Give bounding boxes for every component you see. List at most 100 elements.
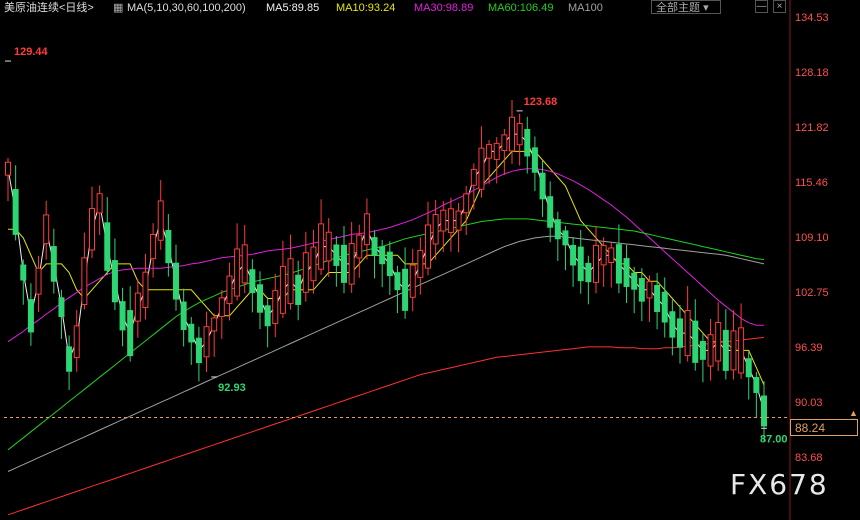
candle-down	[585, 262, 592, 283]
candle-down	[295, 274, 302, 305]
y-tick-label: 134.53	[795, 12, 829, 24]
candle-up	[310, 246, 317, 282]
ma10-line	[8, 150, 765, 386]
candle-down	[661, 291, 668, 323]
ma100-line	[7, 235, 765, 472]
candle-up	[203, 326, 210, 358]
candle-down	[394, 272, 401, 291]
annotation-high: 129.44	[14, 46, 49, 58]
candle-up	[707, 334, 714, 367]
candle-down	[12, 189, 19, 235]
candle-up	[440, 209, 447, 232]
candle-down	[761, 395, 767, 427]
ma5-line	[7, 133, 765, 412]
current-price-tag: 88.24	[790, 419, 858, 436]
candle-down	[173, 262, 179, 300]
candle-down	[623, 258, 630, 287]
candle-down	[165, 229, 172, 264]
candle-down	[562, 230, 569, 246]
annotation-low: 92.93	[218, 382, 246, 394]
candle-up	[432, 214, 439, 245]
candle-down	[111, 260, 118, 303]
candle-up	[417, 249, 424, 278]
candle-up	[211, 317, 218, 332]
candle-up	[363, 213, 370, 246]
candle-up	[730, 330, 737, 371]
candle-down	[745, 358, 752, 378]
candle-down	[615, 244, 622, 284]
ma5-value: MA5:89.85	[266, 2, 320, 14]
candle-down	[554, 219, 561, 240]
candle-down	[524, 129, 531, 157]
candle-up	[646, 281, 653, 299]
candle-up	[425, 224, 431, 269]
candle-up	[234, 248, 241, 297]
candle-down	[631, 272, 638, 290]
candle-up	[218, 297, 225, 317]
candle-up	[81, 257, 88, 305]
annotation-high: 123.68	[524, 96, 558, 108]
candle-down	[333, 244, 340, 266]
candle-down	[58, 297, 65, 317]
candle-down	[699, 340, 706, 360]
y-tick-label: 90.03	[795, 397, 823, 409]
y-tick-label: 121.82	[795, 122, 829, 134]
candle-up	[302, 252, 309, 293]
candle-up	[493, 142, 500, 160]
candle-up	[279, 265, 286, 314]
candle-down	[27, 299, 34, 333]
ma30-value: MA30:98.89	[414, 2, 474, 14]
candle-up	[325, 231, 332, 262]
candle-up	[142, 271, 149, 308]
theme-dropdown[interactable]: 全部主题 ▾	[651, 0, 721, 14]
chevron-down-icon: ▾	[703, 2, 709, 14]
candle-down	[677, 318, 683, 348]
candle-down	[577, 246, 584, 282]
ma-label[interactable]: MA(5,10,30,60,100,200)	[127, 0, 246, 16]
y-tick-label: 96.39	[795, 342, 823, 354]
candle-up	[447, 208, 454, 233]
watermark: FX678	[730, 468, 829, 501]
candle-up	[287, 258, 294, 305]
candle-up	[486, 144, 493, 159]
y-tick-label: 115.46	[795, 177, 828, 189]
candle-up	[318, 223, 325, 270]
candle-up	[608, 247, 615, 263]
candle-up	[463, 193, 470, 214]
candle-up	[470, 168, 477, 186]
candle-up	[455, 210, 462, 231]
candle-down	[20, 264, 27, 281]
candle-down	[50, 246, 57, 282]
candle-down	[638, 278, 645, 302]
candle-down	[264, 305, 271, 327]
candle-up	[272, 290, 279, 325]
minimize-button[interactable]: —	[755, 0, 768, 13]
candle-down	[654, 284, 661, 312]
candle-up	[715, 321, 722, 362]
ma-settings-icon[interactable]: ▦	[113, 0, 123, 16]
candle-up	[5, 161, 11, 176]
candle-down	[692, 320, 699, 363]
candle-down	[722, 329, 729, 371]
candle-down	[127, 310, 134, 357]
close-button[interactable]: ×	[773, 0, 786, 13]
y-tick-label: 102.75	[795, 287, 829, 299]
ma60-value: MA60:106.49	[488, 2, 554, 14]
candle-up	[96, 193, 103, 214]
candle-up	[348, 243, 355, 285]
candle-down	[66, 346, 73, 372]
y-tick-label: 109.10	[795, 232, 829, 244]
candle-up	[593, 244, 599, 283]
ma60-line	[7, 218, 765, 451]
y-tick-label: 128.18	[795, 67, 829, 79]
candle-up	[684, 310, 691, 357]
y-tick-label: 83.68	[795, 452, 823, 464]
candle-up	[157, 200, 164, 241]
chart-title: 美原油连续<日线>	[4, 2, 94, 14]
candle-down	[539, 172, 546, 200]
ma10-value: MA10:93.24	[336, 2, 396, 14]
candle-up	[241, 244, 248, 284]
candle-up	[738, 327, 745, 374]
candle-up	[478, 147, 485, 190]
candle-down	[531, 147, 538, 173]
